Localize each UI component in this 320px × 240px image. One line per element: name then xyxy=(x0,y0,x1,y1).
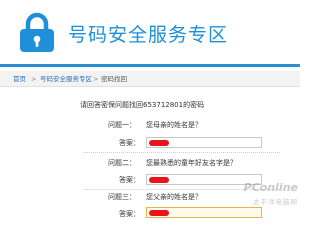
divider xyxy=(84,152,280,153)
breadcrumb: 首页 > 号码安全服务专区 > 密码找回 xyxy=(0,71,300,87)
redaction-mark xyxy=(149,177,169,183)
instruction-text: 请回答密保问题找回653712801的密码 xyxy=(80,101,205,109)
answer-2-label: 答案： xyxy=(119,176,140,184)
breadcrumb-separator: > xyxy=(31,75,37,83)
breadcrumb-separator: > xyxy=(93,75,99,83)
page-title: 号码安全服务专区 xyxy=(68,24,229,46)
breadcrumb-current: 密码找回 xyxy=(101,75,127,83)
question-3-text: 您父亲的姓名是？ xyxy=(146,193,202,201)
question-1-text: 您母亲的姓名是？ xyxy=(146,121,202,129)
question-1-label: 问题一： xyxy=(108,121,136,129)
divider xyxy=(84,189,280,190)
page-header: 号码安全服务专区 xyxy=(0,0,300,66)
padlock-icon xyxy=(20,12,54,52)
answer-3-input[interactable] xyxy=(146,207,262,218)
answer-2-input[interactable] xyxy=(146,174,262,185)
redaction-mark xyxy=(149,140,169,146)
question-2-label: 问题二： xyxy=(108,159,136,167)
answer-1-input[interactable] xyxy=(146,137,262,148)
breadcrumb-home-link[interactable]: 首页 xyxy=(13,71,26,87)
breadcrumb-security-zone-link[interactable]: 号码安全服务专区 xyxy=(40,71,92,87)
answer-1-label: 答案： xyxy=(119,139,140,147)
question-3-label: 问题三： xyxy=(108,193,136,201)
header-divider xyxy=(0,64,300,67)
watermark-subtitle: 太平洋电脑网 xyxy=(253,198,298,206)
redaction-mark xyxy=(149,210,169,216)
answer-3-label: 答案： xyxy=(119,210,140,218)
question-2-text: 您最熟悉的童年好友名字是？ xyxy=(146,159,237,167)
